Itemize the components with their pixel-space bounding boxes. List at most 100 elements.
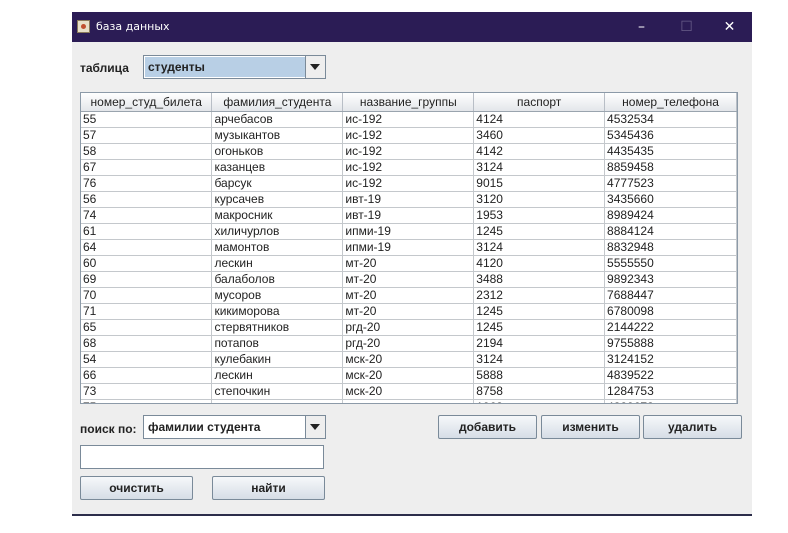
table-cell[interactable]: 8859458: [604, 159, 737, 176]
table-cell[interactable]: ипми-19: [342, 239, 475, 256]
table-cell[interactable]: 4124: [473, 111, 606, 128]
table-row[interactable]: 60 лескин мт-20 4120 5555550: [81, 255, 737, 272]
table-cell[interactable]: мт-20: [342, 255, 475, 272]
table-cell[interactable]: 4777523: [604, 175, 737, 192]
table-cell[interactable]: стервятников: [211, 319, 344, 336]
table-cell[interactable]: ипми-19: [342, 223, 475, 240]
column-header[interactable]: паспорт: [473, 93, 606, 112]
table-cell[interactable]: 55: [81, 111, 213, 128]
table-cell[interactable]: 4120: [473, 255, 606, 272]
table-cell[interactable]: ргд-20: [342, 335, 475, 352]
table-cell[interactable]: кулебакин: [211, 351, 344, 368]
table-row[interactable]: 75михалковмеханики19634329673: [81, 399, 737, 403]
table-cell[interactable]: ис-192: [342, 127, 475, 144]
column-header[interactable]: название_группы: [342, 93, 475, 112]
table-cell[interactable]: 71: [81, 303, 213, 320]
table-row[interactable]: 55 арчебасов ис-192 4124 4532534: [81, 111, 737, 128]
table-row[interactable]: 56 курсачев ивт-19 3120 3435660: [81, 191, 737, 208]
table-row[interactable]: 66 лескин мск-20 5888 4839522: [81, 367, 737, 384]
table-cell[interactable]: 58: [81, 143, 213, 160]
table-cell[interactable]: мск-20: [342, 383, 475, 400]
table-cell[interactable]: 3120: [473, 191, 606, 208]
table-cell[interactable]: 73: [81, 383, 213, 400]
table-cell[interactable]: 7688447: [604, 287, 737, 304]
table-cell[interactable]: 4329673: [604, 399, 737, 403]
table-row[interactable]: 68 потапов ргд-20 2194 9755888: [81, 335, 737, 352]
table-row[interactable]: 71 кикиморова мт-20 1245 6780098: [81, 303, 737, 320]
table-cell[interactable]: 74: [81, 207, 213, 224]
table-cell[interactable]: мск-20: [342, 351, 475, 368]
table-cell[interactable]: 2194: [473, 335, 606, 352]
table-cell[interactable]: 3488: [473, 271, 606, 288]
table-cell[interactable]: механики: [342, 399, 475, 403]
table-row[interactable]: 76 барсук ис-192 9015 4777523: [81, 175, 737, 192]
table-cell[interactable]: 3435660: [604, 191, 737, 208]
search-input[interactable]: [80, 445, 324, 469]
table-cell[interactable]: лескин: [211, 255, 344, 272]
chevron-down-icon[interactable]: [305, 416, 325, 438]
table-cell[interactable]: 67: [81, 159, 213, 176]
table-cell[interactable]: 4839522: [604, 367, 737, 384]
table-cell[interactable]: 5345436: [604, 127, 737, 144]
table-cell[interactable]: 9015: [473, 175, 606, 192]
table-cell[interactable]: 5555550: [604, 255, 737, 272]
table-cell[interactable]: 61: [81, 223, 213, 240]
table-cell[interactable]: 70: [81, 287, 213, 304]
table-cell[interactable]: музыкантов: [211, 127, 344, 144]
clear-button[interactable]: очистить: [80, 476, 193, 500]
table-cell[interactable]: мамонтов: [211, 239, 344, 256]
close-button[interactable]: ✕: [707, 12, 752, 42]
table-cell[interactable]: 65: [81, 319, 213, 336]
table-cell[interactable]: михалков: [211, 399, 344, 403]
table-cell[interactable]: 2312: [473, 287, 606, 304]
column-header[interactable]: номер_студ_билета: [81, 93, 213, 112]
table-cell[interactable]: 9755888: [604, 335, 737, 352]
table-cell[interactable]: казанцев: [211, 159, 344, 176]
table-cell[interactable]: степочкин: [211, 383, 344, 400]
table-cell[interactable]: балаболов: [211, 271, 344, 288]
table-cell[interactable]: 9892343: [604, 271, 737, 288]
table-row[interactable]: 73 степочкин мск-20 8758 1284753: [81, 383, 737, 400]
table-select[interactable]: студенты: [143, 55, 326, 79]
minimize-button[interactable]: –: [619, 12, 664, 42]
table-cell[interactable]: арчебасов: [211, 111, 344, 128]
table-cell[interactable]: 2144222: [604, 319, 737, 336]
table-cell[interactable]: 1245: [473, 319, 606, 336]
column-header[interactable]: номер_телефона: [604, 93, 737, 112]
table-cell[interactable]: 75: [81, 399, 213, 403]
table-cell[interactable]: лескин: [211, 367, 344, 384]
table-cell[interactable]: мт-20: [342, 303, 475, 320]
chevron-down-icon[interactable]: [305, 56, 325, 78]
table-row[interactable]: 65 стервятников ргд-20 1245 2144222: [81, 319, 737, 336]
table-row[interactable]: 74 макросник ивт-19 1953 8989424: [81, 207, 737, 224]
table-cell[interactable]: курсачев: [211, 191, 344, 208]
table-cell[interactable]: потапов: [211, 335, 344, 352]
table-row[interactable]: 64 мамонтов ипми-19 3124 8832948: [81, 239, 737, 256]
table-cell[interactable]: ис-192: [342, 159, 475, 176]
table-cell[interactable]: 56: [81, 191, 213, 208]
table-cell[interactable]: 3124152: [604, 351, 737, 368]
table-cell[interactable]: 68: [81, 335, 213, 352]
table-cell[interactable]: 4142: [473, 143, 606, 160]
table-row[interactable]: 61 хиличурлов ипми-19 1245 8884124: [81, 223, 737, 240]
table-cell[interactable]: огоньков: [211, 143, 344, 160]
table-cell[interactable]: 69: [81, 271, 213, 288]
table-cell[interactable]: мт-20: [342, 287, 475, 304]
table-cell[interactable]: кикиморова: [211, 303, 344, 320]
table-cell[interactable]: 3124: [473, 159, 606, 176]
table-cell[interactable]: 1245: [473, 303, 606, 320]
column-header[interactable]: фамилия_студента: [211, 93, 344, 112]
find-button[interactable]: найти: [212, 476, 325, 500]
table-row[interactable]: 54 кулебакин мск-20 3124 3124152: [81, 351, 737, 368]
table-row[interactable]: 70 мусоров мт-20 2312 7688447: [81, 287, 737, 304]
table-cell[interactable]: ивт-19: [342, 207, 475, 224]
table-cell[interactable]: 76: [81, 175, 213, 192]
table-cell[interactable]: 60: [81, 255, 213, 272]
table-cell[interactable]: барсук: [211, 175, 344, 192]
table-cell[interactable]: 4532534: [604, 111, 737, 128]
table-cell[interactable]: 5888: [473, 367, 606, 384]
table-cell[interactable]: 3460: [473, 127, 606, 144]
table-cell[interactable]: 3124: [473, 239, 606, 256]
search-field-select[interactable]: фамилии студента: [143, 415, 326, 439]
table-cell[interactable]: 57: [81, 127, 213, 144]
